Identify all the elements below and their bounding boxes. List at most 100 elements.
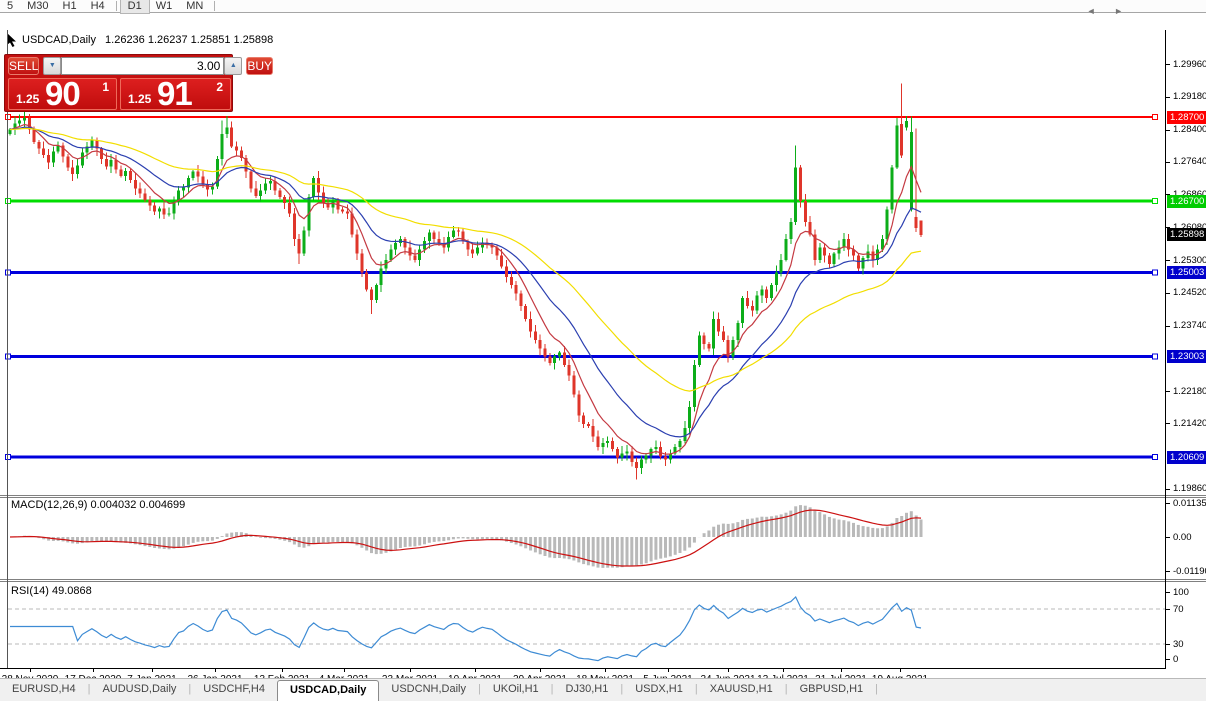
chart-tab-ukoil-h1[interactable]: UKOil,H1 — [481, 679, 551, 701]
date-tick — [900, 669, 901, 672]
date-tick — [30, 669, 31, 672]
pane-splitter[interactable] — [0, 495, 1206, 496]
rsi-tick — [1166, 644, 1170, 645]
date-tick — [540, 669, 541, 672]
buy-price-pips: 91 — [157, 75, 192, 113]
chart-tab-usdcnh-daily[interactable]: USDCNH,Daily — [379, 679, 478, 701]
sell-price-pips: 90 — [45, 75, 80, 113]
price-tick — [1166, 489, 1170, 490]
time-axis-line — [0, 668, 1166, 669]
price-tick — [1166, 260, 1170, 261]
price-level-badge: 1.28700 — [1167, 111, 1206, 124]
price-tick — [1166, 130, 1170, 131]
rsi-tick-label: 70 — [1173, 604, 1184, 615]
price-tick — [1166, 423, 1170, 424]
macd-tick-label: 0.01135 — [1173, 498, 1206, 509]
sell-price-prefix: 1.25 — [16, 92, 39, 106]
sell-button[interactable]: SELL — [8, 57, 39, 75]
sell-price-point: 1 — [102, 80, 109, 94]
trading-platform-window: 5M30H1H4 D1W1MN USDCAD,Daily 1.26236 1.26… — [0, 0, 1206, 701]
rsi-indicator-canvas[interactable] — [0, 582, 1166, 668]
date-tick — [152, 669, 153, 672]
price-tick-label: 1.28400 — [1173, 124, 1206, 135]
timeframe-button-M30[interactable]: M30 — [20, 0, 55, 13]
rsi-axis: 100 70 30 0 — [1166, 582, 1206, 668]
macd-tick — [1166, 537, 1170, 538]
toolbar-separator — [116, 1, 117, 11]
rsi-tick-label: 100 — [1173, 587, 1189, 598]
price-tick-label: 1.22180 — [1173, 386, 1206, 397]
rsi-tick — [1166, 609, 1170, 610]
chart-tab-audusd-daily[interactable]: AUDUSD,Daily — [90, 679, 188, 701]
volume-decrease-button[interactable]: ▼ — [43, 57, 61, 75]
tab-scroll-arrows[interactable]: ◄ ► — [1087, 6, 1131, 16]
rsi-tick-label: 0 — [1173, 654, 1178, 665]
date-tick — [344, 669, 345, 672]
rsi-tick-label: 30 — [1173, 639, 1184, 650]
chart-tab-gbpusd-h1[interactable]: GBPUSD,H1 — [788, 679, 876, 701]
buy-price-prefix: 1.25 — [128, 92, 151, 106]
macd-tick-label: 0.00 — [1173, 532, 1192, 543]
chart-tab-usdchf-h4[interactable]: USDCHF,H4 — [191, 679, 277, 701]
rsi-tick — [1166, 592, 1170, 593]
timeframe-button-5[interactable]: 5 — [0, 0, 20, 13]
price-tick — [1166, 64, 1170, 65]
macd-label: MACD(12,26,9) 0.004032 0.004699 — [11, 499, 185, 511]
price-tick-label: 1.23740 — [1173, 320, 1206, 331]
price-tick-label: 1.19860 — [1173, 483, 1206, 494]
buy-button[interactable]: BUY — [246, 57, 273, 75]
date-tick — [728, 669, 729, 672]
date-tick — [783, 669, 784, 672]
price-tick — [1166, 391, 1170, 392]
macd-tick-label: -0.01190 — [1173, 566, 1206, 577]
price-level-badge: 1.25898 — [1167, 228, 1206, 241]
price-tick-label: 1.25300 — [1173, 255, 1206, 266]
timeframe-button-W1[interactable]: W1 — [149, 0, 180, 13]
pane-splitter — [0, 497, 1206, 498]
timeframe-button-D1[interactable]: D1 — [121, 0, 149, 13]
date-tick — [475, 669, 476, 672]
macd-tick — [1166, 503, 1170, 504]
price-tick — [1166, 326, 1170, 327]
price-tick — [1166, 293, 1170, 294]
date-tick — [841, 669, 842, 672]
price-axis[interactable]: 1.29960 1.29180 1.28400 1.27640 1.26860 … — [1166, 30, 1206, 495]
chart-tab-eurusd-h4[interactable]: EURUSD,H4 — [0, 679, 88, 701]
price-tick-label: 1.27640 — [1173, 156, 1206, 167]
price-level-badge: 1.26700 — [1167, 195, 1206, 208]
price-level-badge: 1.25003 — [1167, 266, 1206, 279]
date-tick — [410, 669, 411, 672]
chart-tab-usdcad-daily[interactable]: USDCAD,Daily — [277, 680, 379, 701]
toolbar-separator — [214, 1, 215, 11]
price-tick-label: 1.29960 — [1173, 59, 1206, 70]
timeframe-button-H1[interactable]: H1 — [56, 0, 84, 13]
volume-input[interactable] — [61, 57, 224, 75]
pane-splitter[interactable] — [0, 579, 1206, 580]
price-level-badge: 1.23003 — [1167, 350, 1206, 363]
chart-window[interactable]: USDCAD,Daily 1.26236 1.26237 1.25851 1.2… — [0, 14, 1206, 678]
price-level-badge: 1.20609 — [1167, 451, 1206, 464]
volume-increase-button[interactable]: ▲ — [224, 57, 242, 75]
plot-left-border — [7, 30, 8, 669]
date-tick — [605, 669, 606, 672]
timeframe-button-MN[interactable]: MN — [179, 0, 210, 13]
chart-tab-bar: EURUSD,H4|AUDUSD,Daily|USDCHF,H4USDCAD,D… — [0, 678, 1206, 701]
buy-price-tile[interactable]: 1.25 91 2 — [120, 78, 231, 110]
sell-price-tile[interactable]: 1.25 90 1 — [8, 78, 117, 110]
date-tick — [215, 669, 216, 672]
volume-control: ▼ ▲ — [43, 57, 242, 75]
date-tick — [93, 669, 94, 672]
date-tick — [668, 669, 669, 672]
price-tick — [1166, 97, 1170, 98]
rsi-tick — [1166, 659, 1170, 660]
timeframe-toolbar: 5M30H1H4 D1W1MN — [0, 0, 1206, 13]
pane-splitter — [0, 581, 1206, 582]
timeframe-button-H4[interactable]: H4 — [84, 0, 112, 13]
chart-tab-xauusd-h1[interactable]: XAUUSD,H1 — [698, 679, 785, 701]
tab-separator: | — [875, 679, 878, 701]
price-tick-label: 1.29180 — [1173, 91, 1206, 102]
chart-tab-dj30-h1[interactable]: DJ30,H1 — [554, 679, 621, 701]
price-tick-label: 1.21420 — [1173, 418, 1206, 429]
one-click-trading-widget: SELL ▼ ▲ BUY 1.25 90 1 1.25 91 2 — [4, 54, 233, 112]
chart-tab-usdx-h1[interactable]: USDX,H1 — [623, 679, 695, 701]
